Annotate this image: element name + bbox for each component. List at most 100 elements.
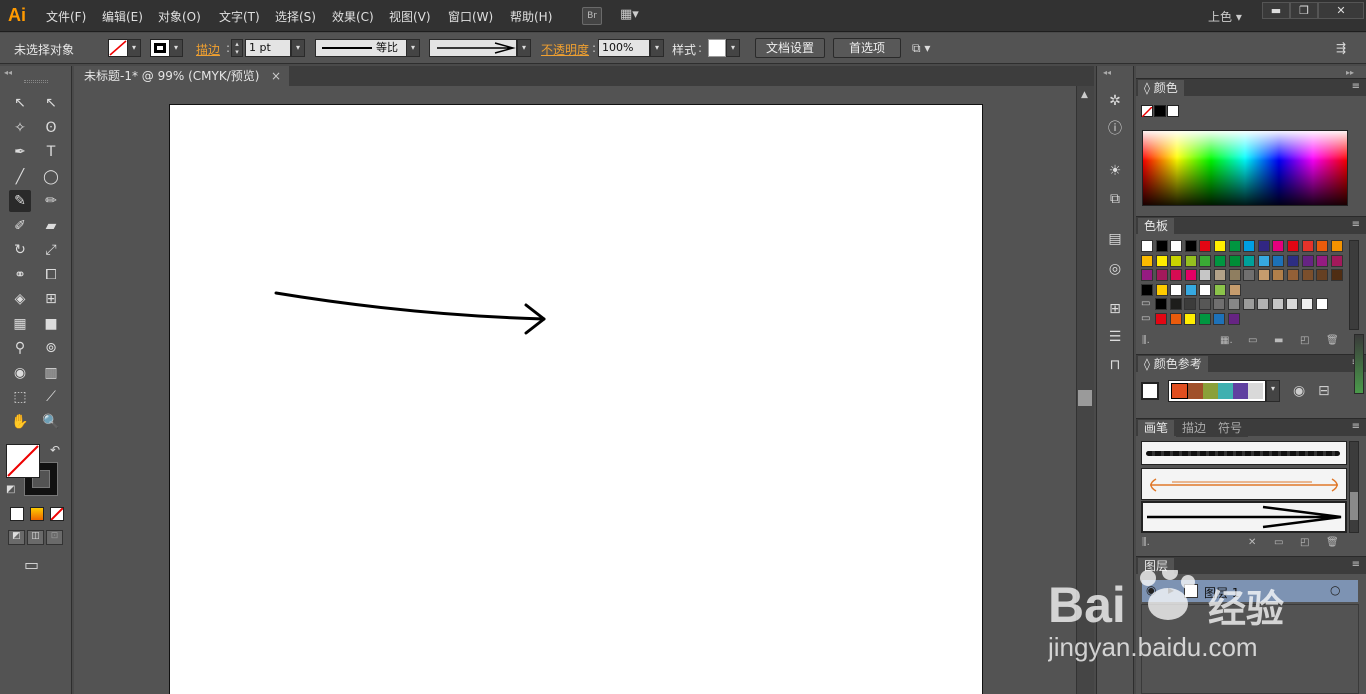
selection-icon[interactable]: ↖ [9, 92, 31, 114]
edit-colors-icon[interactable]: ◉ [1293, 383, 1305, 399]
swap-fill-stroke-icon[interactable]: ↶ [50, 443, 60, 457]
artboard[interactable] [169, 104, 983, 694]
close-tab-icon[interactable]: × [271, 66, 281, 86]
restore-button[interactable]: ❐ [1290, 2, 1318, 19]
gradient-icon[interactable]: ■ [40, 313, 62, 335]
document-setup-button[interactable]: 文档设置 [755, 38, 825, 58]
swatch[interactable] [1228, 283, 1241, 296]
menu-item[interactable]: 帮助(H) [510, 8, 552, 25]
ellipse-icon[interactable]: ◯ [40, 166, 62, 188]
brush-definition[interactable] [429, 39, 517, 57]
arrange-documents-icon[interactable]: ▦▾ [620, 7, 650, 25]
transparency-icon[interactable]: ◎ [1104, 258, 1126, 280]
mesh-icon[interactable]: ▦ [9, 313, 31, 335]
scroll-up-icon[interactable]: ▲ [1081, 90, 1088, 100]
gradient-mode-button[interactable] [30, 507, 44, 521]
swatch[interactable] [1301, 240, 1314, 252]
swatch[interactable] [1272, 269, 1285, 281]
pathfinder-icon[interactable]: ☰ [1104, 326, 1126, 348]
shape-builder-icon[interactable]: ◈ [9, 288, 31, 310]
swatch[interactable] [1155, 312, 1167, 325]
swatch[interactable] [1214, 283, 1226, 296]
free-transform-icon[interactable]: ⧠ [40, 264, 62, 286]
blob-brush-icon[interactable]: ✐ [9, 215, 31, 237]
eraser-icon[interactable]: ▰ [40, 215, 62, 237]
color-spectrum[interactable] [1142, 130, 1348, 206]
swatch[interactable] [1170, 283, 1183, 296]
layers-icon[interactable]: ⊓ [1104, 354, 1126, 376]
opacity-label[interactable]: 不透明度 [541, 41, 589, 58]
menu-item[interactable]: 编辑(E) [102, 8, 143, 25]
swatch[interactable] [1301, 254, 1314, 267]
transform-icon[interactable]: ⧉ [1104, 188, 1126, 210]
swatch[interactable] [1184, 298, 1197, 310]
none-swatch[interactable] [1141, 105, 1153, 118]
stroke-weight-dropdown[interactable]: ▾ [291, 39, 305, 57]
swatch[interactable] [1198, 312, 1211, 325]
panel-menu-icon[interactable]: ≡ [1352, 559, 1360, 570]
swatch[interactable] [1257, 254, 1270, 267]
scrollbar-thumb[interactable] [1078, 390, 1092, 406]
magic-wand-icon[interactable]: ✧ [9, 117, 31, 139]
guide-color[interactable] [1248, 383, 1263, 399]
lasso-icon[interactable]: ʘ [40, 117, 62, 139]
minimize-button[interactable]: ▬ [1262, 2, 1290, 19]
stroke-swatch[interactable] [150, 39, 170, 57]
swatch[interactable] [1169, 298, 1182, 310]
swatch[interactable] [1316, 254, 1329, 267]
opacity-dropdown[interactable]: ▾ [650, 39, 664, 57]
scale-icon[interactable]: ⤢ [40, 239, 62, 261]
symbol-sprayer-icon[interactable]: ◉ [9, 362, 31, 384]
stroke-dropdown[interactable]: ▾ [169, 39, 183, 57]
brush-scrollbar[interactable] [1349, 441, 1359, 533]
swatch[interactable] [1287, 240, 1299, 252]
menu-item[interactable]: 文件(F) [46, 8, 86, 25]
swatch[interactable] [1315, 298, 1328, 310]
draw-normal-icon[interactable]: ◩ [8, 530, 25, 545]
menu-item[interactable]: 视图(V) [389, 8, 431, 25]
guide-color[interactable] [1171, 383, 1188, 399]
guide-color[interactable] [1233, 383, 1248, 399]
swatch[interactable] [1330, 240, 1343, 252]
swatch[interactable] [1316, 269, 1329, 281]
graphic-style-swatch[interactable] [708, 39, 726, 57]
tab-swatches[interactable]: 色板 [1138, 218, 1175, 235]
brush-row-charcoal[interactable] [1141, 441, 1347, 465]
document-tab[interactable]: 未标题-1* @ 99% (CMYK/预览) × [74, 66, 289, 86]
default-colors-icon[interactable]: ◩ [6, 484, 15, 495]
blend-icon[interactable]: ⊚ [40, 337, 62, 359]
gradient-icon[interactable]: ▤ [1104, 228, 1126, 250]
artboard-icon[interactable]: ⬚ [9, 386, 31, 408]
info-icon[interactable]: ⓘ [1104, 118, 1126, 140]
swatch[interactable] [1199, 254, 1212, 267]
close-button[interactable]: ✕ [1318, 2, 1364, 19]
swatch[interactable] [1184, 312, 1197, 325]
new-swatch-icon[interactable]: ◰ [1300, 335, 1309, 346]
swatch[interactable] [1287, 254, 1299, 267]
swatch[interactable] [1228, 269, 1241, 281]
brush-library-icon[interactable]: ⫼. [1142, 537, 1150, 548]
preferences-button[interactable]: 首选项 [833, 38, 901, 58]
draw-inside-icon[interactable]: ⊡ [46, 530, 63, 545]
style-dropdown[interactable]: ▾ [726, 39, 740, 57]
swatch[interactable] [1228, 298, 1240, 310]
fill-swatch[interactable] [108, 39, 128, 57]
perspective-grid-icon[interactable]: ⊞ [40, 288, 62, 310]
pencil-icon[interactable]: ✏ [40, 190, 62, 212]
swatch[interactable] [1184, 269, 1197, 281]
color-guide-slider[interactable] [1354, 334, 1364, 394]
panel-menu-icon[interactable]: ≡ [1352, 421, 1360, 432]
swatch[interactable] [1213, 312, 1226, 325]
tab-symbols[interactable]: 符号 [1212, 420, 1249, 437]
appearance-icon[interactable]: ☀ [1104, 160, 1126, 182]
tab-color[interactable]: ◊ 颜色 [1138, 80, 1184, 97]
panel-menu-icon[interactable]: ≡ [1352, 219, 1360, 230]
swatch[interactable] [1243, 254, 1256, 267]
tab-color-guide[interactable]: ◊ 颜色参考 [1138, 356, 1208, 373]
menu-item[interactable]: 文字(T) [219, 8, 260, 25]
swatch[interactable] [1170, 240, 1183, 252]
swatch[interactable] [1141, 254, 1153, 267]
bridge-button[interactable]: Br [582, 7, 602, 25]
guide-color[interactable] [1203, 383, 1218, 399]
swatch[interactable] [1155, 240, 1168, 252]
